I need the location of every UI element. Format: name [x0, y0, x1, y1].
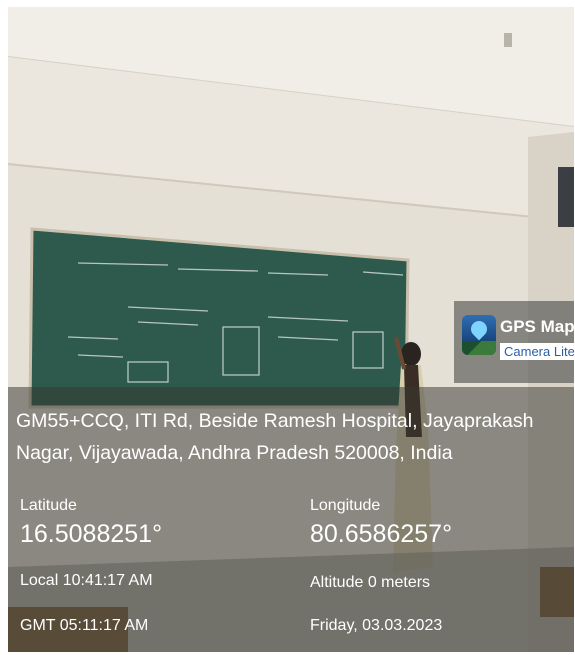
gmt-time: GMT 05:11:17 AM — [20, 617, 149, 634]
longitude-label: Longitude — [310, 497, 381, 514]
local-time: Local 10:41:17 AM — [20, 572, 153, 589]
app-name: GPS Map — [500, 317, 574, 336]
gps-map-app-icon — [462, 315, 496, 355]
photo-frame: GPS Map Camera Lite GM55+CCQ, ITI Rd, Be… — [8, 7, 574, 652]
chalkboard — [28, 227, 410, 409]
latitude-label: Latitude — [20, 497, 77, 514]
longitude-value: 80.6586257° — [310, 520, 453, 548]
latitude-value: 16.5088251° — [20, 520, 163, 548]
gps-app-badge: GPS Map Camera Lite — [454, 301, 574, 383]
address-text: GM55+CCQ, ITI Rd, Beside Ramesh Hospital… — [16, 410, 534, 464]
app-subtitle: Camera Lite — [500, 343, 574, 360]
altitude: Altitude 0 meters — [310, 574, 431, 591]
ceiling-fixture — [504, 33, 512, 47]
location-overlay: GM55+CCQ, ITI Rd, Beside Ramesh Hospital… — [8, 387, 574, 652]
date: Friday, 03.03.2023 — [310, 617, 443, 634]
